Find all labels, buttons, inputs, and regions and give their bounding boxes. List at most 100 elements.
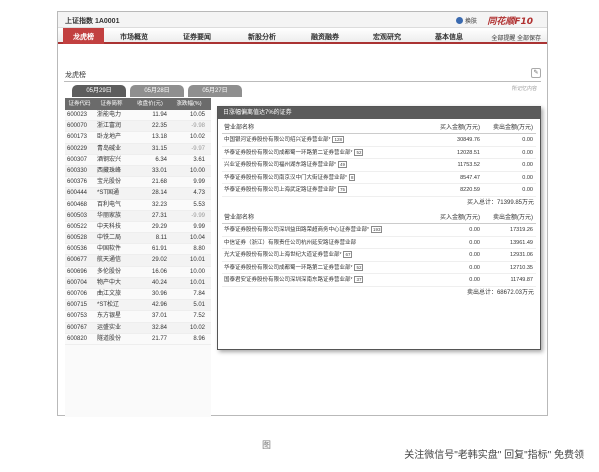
table-row[interactable]: 600229 青岛碱业 31.15 -9.97 bbox=[65, 143, 211, 155]
buy-header-sell: 卖出金额(万元) bbox=[493, 125, 533, 131]
branch-name[interactable]: 华泰证券股份有限公司成都蜀一环路第二证券营业部 bbox=[224, 265, 351, 271]
table-row[interactable]: 600820 隧道股份 21.77 8.96 bbox=[65, 334, 211, 345]
count-badge[interactable]: 37 bbox=[354, 276, 364, 284]
table-row[interactable]: 600376 宝光股份 21.68 9.99 bbox=[65, 177, 211, 189]
nav-tab-macro[interactable]: 宏观研究 bbox=[373, 32, 401, 42]
count-badge[interactable]: 67 bbox=[343, 251, 353, 259]
table-row[interactable]: 600767 运盛实业 32.84 10.02 bbox=[65, 322, 211, 334]
list-item[interactable]: 兴业证券股份有限公司福州湖东路证券营业部* 49 11753.52 0.00 bbox=[222, 159, 536, 172]
sell-amount: 0.00 bbox=[522, 149, 533, 156]
count-badge[interactable]: 52 bbox=[354, 148, 364, 156]
branch-name-cell: 华泰证券股份有限公司深圳益田路荣超商务中心证券营业部* 193 bbox=[222, 224, 432, 236]
branch-name[interactable]: 华泰证券股份有限公司成都蜀一环路第二证券营业部 bbox=[224, 150, 351, 156]
sell-amount: 12710.35 bbox=[510, 264, 533, 271]
branch-name[interactable]: 国泰君安证券股份有限公司深圳深南东路证券营业部 bbox=[224, 277, 351, 283]
stock-price: 29.29 bbox=[151, 223, 167, 230]
stock-rows: 600023 浙能电力 11.94 10.05 600070 浙江富润 22.35 -9.98… bbox=[65, 110, 211, 345]
branch-name[interactable]: 中国银河证券股份有限公司绍兴证券营业部 bbox=[224, 137, 329, 143]
stock-price: 13.18 bbox=[151, 134, 167, 141]
branch-name[interactable]: 光大证券股份有限公司上海世纪大道证券营业部 bbox=[224, 252, 340, 258]
nav-tab-longhubang[interactable]: 龙虎榜 bbox=[63, 28, 104, 44]
count-badge[interactable]: 75 bbox=[337, 186, 347, 194]
list-item[interactable]: 华泰证券股份有限公司成都蜀一环路第二证券营业部* 52 12028.51 0.00 bbox=[222, 147, 536, 160]
stock-name: 酒钢宏兴 bbox=[97, 156, 122, 163]
table-row[interactable]: 600696 多伦股份 16.06 10.00 bbox=[65, 267, 211, 278]
star-icon: * bbox=[350, 149, 353, 156]
stock-name: 浙能电力 bbox=[97, 112, 122, 118]
branch-name-cell: 中国银河证券股份有限公司绍兴证券营业部* 128 bbox=[222, 134, 432, 146]
branch-name[interactable]: 华泰证券股份有限公司上海武定路证券营业部 bbox=[224, 187, 334, 193]
star-icon: * bbox=[350, 277, 353, 284]
stock-name: *ST国通 bbox=[97, 190, 120, 197]
skin-switch-button[interactable]: 换肤 bbox=[455, 16, 477, 25]
list-item[interactable]: 华泰证券股份有限公司南京汉中门大街证券营业部* 8 8547.47 0.00 bbox=[222, 172, 536, 185]
table-row[interactable]: 600070 浙江富润 22.35 -9.98 bbox=[65, 121, 211, 133]
stock-code: 600173 bbox=[67, 134, 88, 141]
list-item[interactable]: 中信证券（浙江）有限责任公司杭州延安路证券营业部 0.00 13961.49 bbox=[222, 237, 536, 250]
stock-name: 青岛碱业 bbox=[97, 145, 122, 152]
sell-total: 卖出总计：68672.03万元 bbox=[466, 289, 534, 296]
stock-name: 东方银星 bbox=[97, 313, 122, 320]
buy-header-buy: 买入金额(万元) bbox=[440, 125, 480, 131]
stock-price: 27.31 bbox=[151, 212, 167, 219]
stock-price: 33.01 bbox=[151, 167, 167, 174]
table-row[interactable]: 600307 酒钢宏兴 6.34 3.61 bbox=[65, 155, 211, 166]
stock-name: 曲江文旅 bbox=[97, 291, 122, 297]
nav-tab-basic-info[interactable]: 基本信息 bbox=[435, 32, 463, 42]
table-row[interactable]: 600706 曲江文旅 30.96 7.84 bbox=[65, 289, 211, 301]
nav-tab-news[interactable]: 证券要闻 bbox=[183, 32, 211, 42]
list-item[interactable]: 华泰证券股份有限公司上海武定路证券营业部* 75 8220.59 0.00 bbox=[222, 184, 536, 197]
count-badge[interactable]: 49 bbox=[337, 161, 347, 169]
table-row[interactable]: 600503 华丽家族 27.31 -9.99 bbox=[65, 210, 211, 222]
table-row[interactable]: 600753 东方银星 37.01 7.52 bbox=[65, 311, 211, 323]
nav-tab-market-overview[interactable]: 市场概览 bbox=[120, 32, 148, 42]
list-item[interactable]: 华泰证券股份有限公司成都蜀一环路第二证券营业部* 52 0.00 12710.35 bbox=[222, 262, 536, 275]
sell-amount: 0.00 bbox=[522, 137, 533, 143]
date-tab-0528[interactable]: 05月28日 bbox=[130, 85, 184, 97]
stock-price: 30.96 bbox=[151, 291, 167, 297]
stock-price: 21.77 bbox=[151, 335, 167, 342]
header-price[interactable]: 收盘价(元) bbox=[129, 98, 171, 110]
table-row[interactable]: 600023 浙能电力 11.94 10.05 bbox=[65, 110, 211, 122]
branch-name[interactable]: 华泰证券股份有限公司南京汉中门大街证券营业部 bbox=[224, 175, 345, 181]
branch-name-cell: 华泰证券股份有限公司上海武定路证券营业部* 75 bbox=[222, 184, 432, 196]
list-item[interactable]: 国泰君安证券股份有限公司深圳深南东路证券营业部* 37 0.00 11749.87 bbox=[222, 274, 536, 287]
app-logo: 同花顺F10 bbox=[487, 17, 533, 27]
stock-code: 600536 bbox=[67, 246, 88, 253]
header-name[interactable]: 证券简称 bbox=[94, 98, 129, 110]
count-badge[interactable]: 52 bbox=[354, 263, 364, 271]
table-row[interactable]: 600677 航天通信 29.02 10.01 bbox=[65, 255, 211, 267]
table-row[interactable]: 600715 *ST松辽 42.96 5.01 bbox=[65, 300, 211, 312]
table-row[interactable]: 600704 物产中大 40.24 10.01 bbox=[65, 277, 211, 289]
table-row[interactable]: 600468 百利电气 32.23 5.53 bbox=[65, 200, 211, 211]
window-title: 上证指数 1A0001 bbox=[65, 18, 120, 25]
table-row[interactable]: 600444 *ST国通 28.14 4.73 bbox=[65, 188, 211, 200]
list-item[interactable]: 光大证券股份有限公司上海世纪大道证券营业部* 67 0.00 12931.06 bbox=[222, 249, 536, 262]
date-tab-0529[interactable]: 05月29日 bbox=[72, 85, 126, 97]
table-row[interactable]: 600330 西藏珠峰 33.01 10.00 bbox=[65, 165, 211, 178]
branch-name[interactable]: 中信证券（浙江）有限责任公司杭州延安路证券营业部 bbox=[224, 240, 356, 246]
nav-tab-margin[interactable]: 融资融券 bbox=[311, 32, 339, 42]
nav-right-actions[interactable]: 全部提醒 全部保存 bbox=[491, 33, 541, 42]
date-tab-0527[interactable]: 05月27日 bbox=[188, 85, 242, 97]
list-item[interactable]: 中国银河证券股份有限公司绍兴证券营业部* 128 30849.76 0.00 bbox=[222, 134, 536, 147]
seat-detail-popup: 日涨幅偏离值达7%的证券 营业部名称 买入金额(万元) 卖出金额(万元) 中国银… bbox=[217, 106, 541, 350]
branch-name[interactable]: 兴业证券股份有限公司福州湖东路证券营业部 bbox=[224, 162, 334, 168]
list-item[interactable]: 华泰证券股份有限公司深圳益田路荣超商务中心证券营业部* 193 0.00 17319.… bbox=[222, 224, 536, 237]
edit-icon[interactable]: ✎ bbox=[531, 68, 541, 78]
divider bbox=[64, 81, 541, 82]
header-code[interactable]: 证券代码 bbox=[65, 98, 94, 110]
table-row[interactable]: 600173 卧龙地产 13.18 10.02 bbox=[65, 132, 211, 144]
stock-code: 600704 bbox=[67, 279, 88, 286]
stock-price: 16.06 bbox=[151, 268, 167, 275]
header-pct[interactable]: 涨跌幅(%) bbox=[171, 98, 207, 110]
count-badge[interactable]: 8 bbox=[348, 173, 356, 181]
count-badge[interactable]: 128 bbox=[332, 136, 344, 143]
branch-name[interactable]: 华泰证券股份有限公司深圳益田路荣超商务中心证券营业部 bbox=[224, 227, 367, 233]
nav-tab-ipo[interactable]: 新股分析 bbox=[248, 32, 276, 42]
count-badge[interactable]: 193 bbox=[370, 225, 383, 233]
table-row[interactable]: 600536 中国软件 61.91 8.80 bbox=[65, 244, 211, 256]
table-row[interactable]: 600522 中天科技 29.29 9.99 bbox=[65, 222, 211, 234]
table-row[interactable]: 600528 中铁二局 8.11 10.04 bbox=[65, 233, 211, 245]
branch-name-cell: 国泰君安证券股份有限公司深圳深南东路证券营业部* 37 bbox=[222, 274, 432, 286]
